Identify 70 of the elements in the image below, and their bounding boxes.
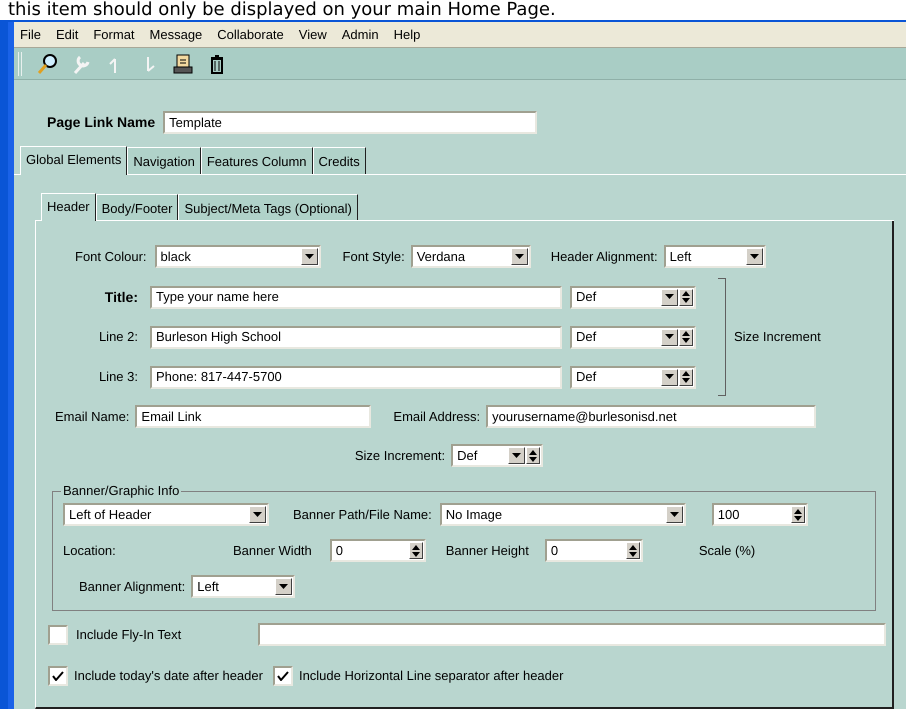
field-label: Title: xyxy=(104,288,139,306)
header-alignment-select[interactable]: Left xyxy=(664,245,766,268)
checkmark-icon xyxy=(52,671,64,681)
email-address-field[interactable]: yourusername@burlesonisd.net xyxy=(486,405,816,428)
field-label: Page Link Name xyxy=(47,113,156,132)
search-icon[interactable] xyxy=(36,52,58,74)
banner-height-spinner[interactable]: 0 xyxy=(544,539,643,562)
field-label: Include Fly-In Text xyxy=(76,626,182,644)
page-link-field[interactable]: Template xyxy=(163,111,538,134)
tab[interactable]: Global Elements xyxy=(20,146,128,174)
tab[interactable]: Features Column xyxy=(200,147,313,174)
menu-item[interactable]: Message xyxy=(150,24,202,44)
spinner-arrows-icon[interactable] xyxy=(679,288,693,306)
tab[interactable]: Body/Footer xyxy=(96,194,178,220)
field-label: Email Name: xyxy=(55,408,130,426)
field-label: Line 3: xyxy=(98,368,139,386)
menu-item[interactable]: Admin xyxy=(342,24,379,44)
page-caption: this item should only be displayed on your main Home Page. xyxy=(7,0,557,20)
location-select[interactable]: Left of Header xyxy=(63,503,269,526)
menu-item[interactable]: Format xyxy=(93,24,135,44)
spinner-arrows-icon[interactable] xyxy=(790,506,805,523)
spinner-arrows-icon[interactable] xyxy=(679,368,693,386)
size-select[interactable]: Def xyxy=(570,366,696,388)
field-label: Include Horizontal Line separator after header xyxy=(298,667,564,686)
font-style-select[interactable]: Verdana xyxy=(410,245,531,268)
tab[interactable]: Subject/Meta Tags (Optional) xyxy=(178,194,358,220)
tab[interactable]: Credits xyxy=(312,147,366,174)
field-label: Email Address: xyxy=(393,408,480,426)
banner-alignment-select[interactable]: Left xyxy=(191,575,296,598)
field-label: Include today's date after header xyxy=(74,667,263,686)
field-label: Line 2: xyxy=(98,328,139,346)
scale-spinner[interactable]: 100 xyxy=(712,503,808,526)
font-colour-select[interactable]: black xyxy=(154,245,321,268)
text-field[interactable]: Burleson High School xyxy=(150,326,562,348)
size-increment-select[interactable]: Def xyxy=(451,444,544,467)
field-label: Size Increment xyxy=(734,328,821,346)
menu-item[interactable]: View xyxy=(298,24,327,44)
size-select[interactable]: Def xyxy=(570,326,696,348)
menu-item[interactable]: Collaborate xyxy=(217,24,284,44)
field-label: Banner Alignment: xyxy=(79,578,186,596)
menu-item[interactable]: Edit xyxy=(56,24,78,44)
checkbox[interactable] xyxy=(48,666,68,686)
field-label: Banner Height xyxy=(446,542,529,560)
field-label: Scale (%) xyxy=(698,542,756,560)
text-field[interactable]: Type your name here xyxy=(150,286,562,308)
checkmark-icon xyxy=(276,671,289,681)
spinner-arrows-icon[interactable] xyxy=(679,328,693,346)
banner-path-select[interactable]: No Image xyxy=(440,503,686,526)
spinner-arrows-icon[interactable] xyxy=(408,542,423,559)
size-select[interactable]: Def xyxy=(570,286,696,308)
printer-icon[interactable] xyxy=(172,52,194,74)
field-label: Banner Path/File Name: xyxy=(293,506,432,524)
field-label: Font Style: xyxy=(342,248,405,266)
field-label: Size Increment: xyxy=(354,446,446,465)
menu-item[interactable]: Help xyxy=(394,24,420,44)
spinner-arrows-icon[interactable] xyxy=(626,542,640,559)
field-label: Font Colour: xyxy=(75,248,147,266)
tab[interactable]: Header xyxy=(41,192,96,221)
text-field[interactable]: Phone: 817-447-5700 xyxy=(150,366,562,388)
checkbox[interactable] xyxy=(272,666,293,686)
email-name-field[interactable]: Email Link xyxy=(135,405,372,428)
banner-width-spinner[interactable]: 0 xyxy=(330,539,426,562)
field-label: Banner Width xyxy=(233,542,312,560)
spinner-arrows-icon[interactable] xyxy=(526,447,540,464)
field-label: Location: xyxy=(63,542,117,560)
tab[interactable]: Navigation xyxy=(127,147,201,174)
group-legend: Banner/Graphic Info xyxy=(61,483,182,499)
menu-item[interactable]: File xyxy=(20,24,41,44)
checkbox[interactable] xyxy=(48,624,68,644)
field-label: Header Alignment: xyxy=(550,248,658,266)
